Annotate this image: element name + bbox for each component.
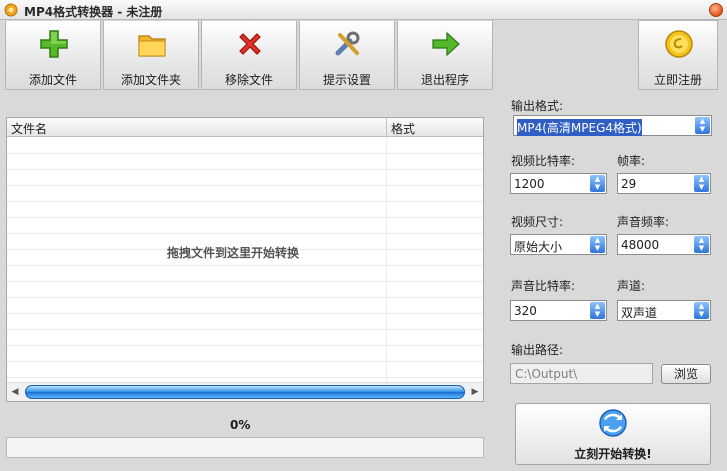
chevron-updown-icon[interactable]: ▲ ▼	[694, 236, 709, 253]
settings-label: 提示设置	[322, 73, 371, 87]
file-list[interactable]: 文件名 格式 拖拽文件到这里开始转换 ◀ ▶	[6, 117, 484, 402]
audio-rate-label: 声音频率:	[617, 215, 670, 229]
chevron-updown-icon[interactable]: ▲ ▼	[590, 236, 605, 253]
register-coin-icon	[665, 30, 693, 58]
audio-bitrate-select[interactable]: 320 ▲ ▼	[510, 300, 607, 321]
app-icon	[4, 3, 18, 17]
folder-icon	[138, 35, 166, 57]
add-folder-label: 添加文件夹	[120, 73, 181, 87]
close-icon[interactable]	[709, 3, 723, 17]
add-folder-button[interactable]: 添加文件夹	[103, 20, 199, 90]
video-size-value: 原始大小	[514, 240, 563, 254]
output-format-select[interactable]: MP4(高清MPEG4格式) ▲ ▼	[513, 115, 712, 136]
video-bitrate-select[interactable]: 1200 ▲ ▼	[510, 173, 607, 194]
output-format-value: MP4(高清MPEG4格式)	[517, 119, 642, 136]
audio-bitrate-label: 声音比特率:	[511, 279, 576, 293]
chevron-updown-icon[interactable]: ▲ ▼	[590, 302, 605, 319]
remove-file-button[interactable]: 移除文件	[201, 20, 297, 90]
channels-label: 声道:	[617, 279, 646, 293]
scroll-right-icon[interactable]: ▶	[469, 386, 481, 398]
column-header-format[interactable]: 格式	[391, 120, 415, 137]
remove-icon	[239, 33, 261, 55]
add-file-button[interactable]: 添加文件	[5, 20, 101, 90]
scroll-left-icon[interactable]: ◀	[9, 386, 21, 398]
chevron-updown-icon[interactable]: ▲ ▼	[695, 117, 710, 134]
settings-tools-icon	[335, 31, 360, 56]
channels-select[interactable]: 双声道 ▲ ▼	[617, 300, 711, 321]
progress-bar	[6, 437, 484, 458]
chevron-updown-icon[interactable]: ▲ ▼	[694, 175, 709, 192]
window-title: MP4格式转换器 - 未注册	[24, 5, 163, 19]
audio-bitrate-value: 320	[514, 304, 537, 318]
scroll-thumb[interactable]	[25, 385, 465, 399]
browse-button[interactable]: 浏览	[661, 364, 711, 384]
exit-label: 退出程序	[420, 73, 469, 87]
audio-rate-select[interactable]: 48000 ▲ ▼	[617, 234, 711, 255]
column-divider-line	[386, 138, 387, 382]
frame-rate-value: 29	[621, 177, 637, 191]
register-button[interactable]: 立即注册	[638, 20, 718, 90]
register-label: 立即注册	[653, 73, 702, 87]
exit-arrow-icon	[432, 31, 460, 57]
frame-rate-select[interactable]: 29 ▲ ▼	[617, 173, 711, 194]
video-size-label: 视频尺寸:	[511, 215, 564, 229]
settings-button[interactable]: 提示设置	[299, 20, 395, 90]
start-convert-button[interactable]: 立刻开始转换!	[515, 403, 711, 465]
exit-button[interactable]: 退出程序	[397, 20, 493, 90]
add-file-icon	[40, 30, 68, 58]
add-file-label: 添加文件	[28, 73, 77, 87]
column-header-filename[interactable]: 文件名	[11, 120, 47, 137]
output-format-label: 输出格式:	[511, 99, 564, 113]
output-path-label: 输出路径:	[511, 343, 564, 357]
column-divider[interactable]	[386, 118, 387, 137]
horizontal-scrollbar[interactable]: ◀ ▶	[7, 382, 483, 401]
video-bitrate-value: 1200	[514, 177, 545, 191]
start-convert-label: 立刻开始转换!	[574, 447, 652, 461]
video-size-select[interactable]: 原始大小 ▲ ▼	[510, 234, 607, 255]
frame-rate-label: 帧率:	[617, 154, 646, 168]
drop-hint: 拖拽文件到这里开始转换	[167, 246, 300, 260]
chevron-updown-icon[interactable]: ▲ ▼	[694, 302, 709, 319]
file-list-header: 文件名 格式	[7, 118, 483, 137]
output-path-value: C:\Output\	[515, 367, 578, 381]
channels-value: 双声道	[621, 306, 658, 320]
chevron-updown-icon[interactable]: ▲ ▼	[590, 175, 605, 192]
progress-percent: 0%	[230, 418, 251, 432]
title-bar: MP4格式转换器 - 未注册	[0, 0, 727, 20]
output-path-field[interactable]: C:\Output\	[510, 363, 653, 384]
video-bitrate-label: 视频比特率:	[511, 154, 576, 168]
audio-rate-value: 48000	[621, 238, 660, 252]
convert-start-icon	[599, 409, 627, 437]
remove-file-label: 移除文件	[224, 73, 273, 87]
